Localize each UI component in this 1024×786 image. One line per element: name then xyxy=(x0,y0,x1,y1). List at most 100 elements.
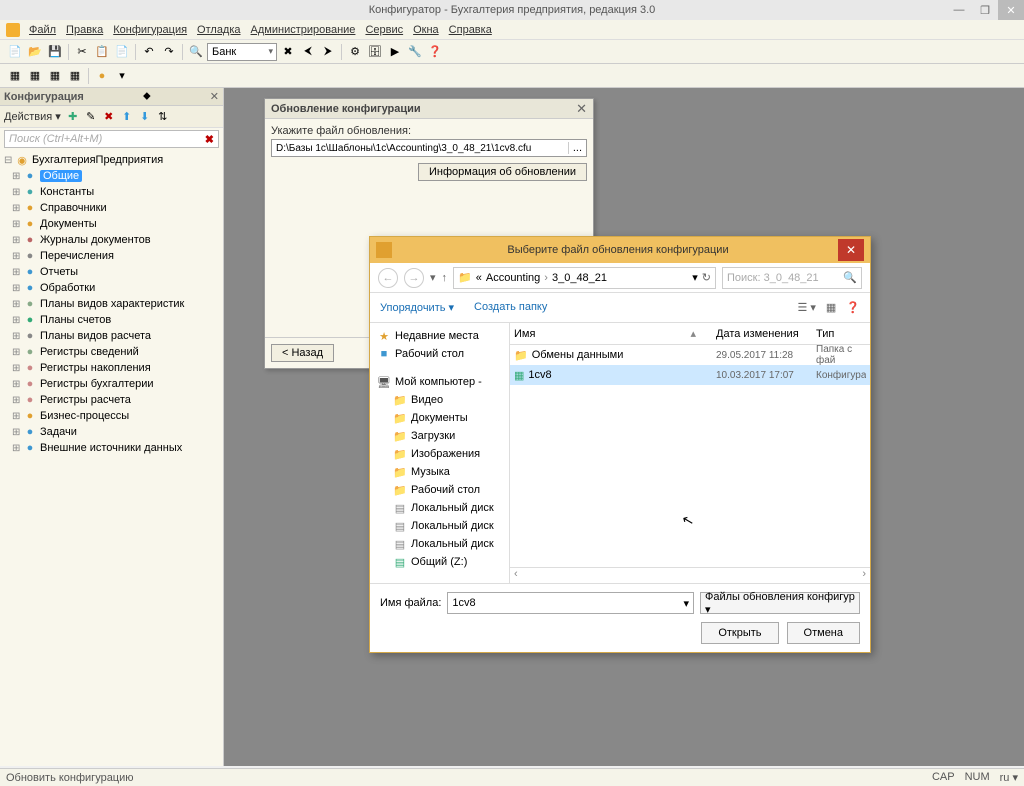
file-row[interactable]: ▦1cv810.03.2017 17:07Конфигурац xyxy=(510,365,870,385)
tree-item[interactable]: ⊞●Общие xyxy=(0,168,223,184)
browse-button[interactable]: ... xyxy=(568,142,582,154)
nav-item[interactable]: ▤Локальный диск xyxy=(374,535,505,553)
expand-icon[interactable]: ⊞ xyxy=(12,443,22,454)
nav-item[interactable]: ▤Локальный диск xyxy=(374,499,505,517)
panel-pin-icon[interactable]: ⬥ xyxy=(143,90,151,103)
nav-item[interactable]: 📁Изображения xyxy=(374,445,505,463)
col-type[interactable]: Тип xyxy=(816,328,866,340)
organize-menu[interactable]: Упорядочить ▾ xyxy=(380,301,454,314)
expand-icon[interactable]: ⊞ xyxy=(12,427,22,438)
nav-item[interactable]: 📁Загрузки xyxy=(374,427,505,445)
path-input[interactable]: D:\Базы 1с\Шаблоны\1c\Accounting\3_0_48_… xyxy=(271,139,587,157)
expand-icon[interactable]: ⊞ xyxy=(12,379,22,390)
col-name[interactable]: Имя xyxy=(514,328,690,340)
expand-icon[interactable]: ⊞ xyxy=(12,283,22,294)
maximize-button[interactable]: ❐ xyxy=(972,0,998,20)
play-icon[interactable]: ● xyxy=(93,67,111,85)
tree-search[interactable]: Поиск (Ctrl+Alt+M) ✖ xyxy=(4,130,219,148)
up-icon[interactable]: ▾ xyxy=(430,271,436,284)
forward-icon[interactable]: → xyxy=(404,268,424,288)
run-icon[interactable]: ▶ xyxy=(386,43,404,61)
tree-item[interactable]: ⊞●Отчеты xyxy=(0,264,223,280)
menu-item[interactable]: Конфигурация xyxy=(108,22,192,38)
tree-item[interactable]: ⊞●Регистры накопления xyxy=(0,360,223,376)
cancel-button[interactable]: Отмена xyxy=(787,622,860,644)
crumb-item[interactable]: 3_0_48_21 xyxy=(552,272,607,284)
expand-icon[interactable]: ⊞ xyxy=(12,411,22,422)
expand-icon[interactable]: ⊞ xyxy=(12,299,22,310)
edit-icon[interactable]: ✎ xyxy=(83,109,99,125)
tree-item[interactable]: ⊞●Планы счетов xyxy=(0,312,223,328)
tool-icon[interactable]: ▦ xyxy=(46,67,64,85)
undo-icon[interactable]: ↶ xyxy=(140,43,158,61)
file-search[interactable]: Поиск: 3_0_48_21 🔍 xyxy=(722,267,862,289)
menu-item[interactable]: Администрирование xyxy=(246,22,361,38)
tree-item[interactable]: ⊞●Обработки xyxy=(0,280,223,296)
nav-item[interactable]: ■Рабочий стол xyxy=(374,345,505,363)
search-combo[interactable]: Банк xyxy=(207,43,277,61)
tree-item[interactable]: ⊞●Планы видов расчета xyxy=(0,328,223,344)
prev-icon[interactable]: ⮜ xyxy=(299,43,317,61)
sort-icon[interactable]: ⇅ xyxy=(155,109,171,125)
config-icon[interactable]: ⚙ xyxy=(346,43,364,61)
expand-icon[interactable]: ⊞ xyxy=(12,203,22,214)
copy-icon[interactable]: 📋 xyxy=(93,43,111,61)
search-icon[interactable]: 🔍 xyxy=(187,43,205,61)
tree-root[interactable]: ⊟ ◉ БухгалтерияПредприятия xyxy=(0,152,223,168)
nav-item[interactable]: 📁Рабочий стол xyxy=(374,481,505,499)
scrollbar[interactable]: ‹› xyxy=(510,567,870,583)
view-icon[interactable]: ☰ ▾ xyxy=(797,301,815,314)
search-icon[interactable]: 🔍 xyxy=(843,271,857,284)
open-icon[interactable]: 📂 xyxy=(26,43,44,61)
dialog-close-button[interactable]: ✕ xyxy=(838,239,864,261)
expand-icon[interactable]: ⊞ xyxy=(12,331,22,342)
tool-icon[interactable]: ▦ xyxy=(6,67,24,85)
up-icon[interactable]: ⬆ xyxy=(119,109,135,125)
lang-indicator[interactable]: ru ▾ xyxy=(1000,771,1018,784)
expand-icon[interactable]: ⊞ xyxy=(12,187,22,198)
tool-icon[interactable]: ▦ xyxy=(66,67,84,85)
info-button[interactable]: Информация об обновлении xyxy=(418,163,587,181)
file-row[interactable]: 📁Обмены данными29.05.2017 11:28Папка с ф… xyxy=(510,345,870,365)
add-icon[interactable]: ✚ xyxy=(65,109,81,125)
expand-icon[interactable]: ⊞ xyxy=(12,235,22,246)
nav-item[interactable]: 📁Документы xyxy=(374,409,505,427)
db-icon[interactable]: 🗄 xyxy=(366,43,384,61)
tree-item[interactable]: ⊞●Регистры сведений xyxy=(0,344,223,360)
expand-icon[interactable]: ⊞ xyxy=(12,363,22,374)
down-icon[interactable]: ⬇ xyxy=(137,109,153,125)
nav-item[interactable]: ★Недавние места xyxy=(374,327,505,345)
menu-item[interactable]: Сервис xyxy=(360,22,408,38)
expand-icon[interactable]: ⊞ xyxy=(12,347,22,358)
close-button[interactable]: ✕ xyxy=(998,0,1024,20)
tree-item[interactable]: ⊞●Перечисления xyxy=(0,248,223,264)
up-folder-icon[interactable]: ↑ xyxy=(442,272,448,284)
tree-item[interactable]: ⊞●Внешние источники данных xyxy=(0,440,223,456)
actions-menu[interactable]: Действия ▾ xyxy=(4,110,63,123)
tree-item[interactable]: ⊞●Бизнес-процессы xyxy=(0,408,223,424)
crumb-dropdown-icon[interactable]: ▾ xyxy=(692,271,698,284)
tree-item[interactable]: ⊞●Журналы документов xyxy=(0,232,223,248)
nav-item[interactable]: 🖥Мой компьютер - xyxy=(374,373,505,391)
expand-icon[interactable]: ⊞ xyxy=(12,267,22,278)
debug-icon[interactable]: 🔧 xyxy=(406,43,424,61)
menu-item[interactable]: Файл xyxy=(24,22,61,38)
help-icon[interactable]: ❓ xyxy=(846,301,860,314)
menu-item[interactable]: Отладка xyxy=(192,22,245,38)
filename-input[interactable]: 1cv8▾ xyxy=(447,592,694,614)
new-folder-button[interactable]: Создать папку xyxy=(474,301,547,314)
paste-icon[interactable]: 📄 xyxy=(113,43,131,61)
tool-icon[interactable]: ▦ xyxy=(26,67,44,85)
col-date[interactable]: Дата изменения xyxy=(716,328,816,340)
nav-item[interactable]: ▤Общий (Z:) xyxy=(374,553,505,571)
crumb-item[interactable]: « xyxy=(476,272,482,284)
nav-item[interactable]: 📁Видео xyxy=(374,391,505,409)
tree-item[interactable]: ⊞●Документы xyxy=(0,216,223,232)
filetype-filter[interactable]: Файлы обновления конфигур ▾ xyxy=(700,592,860,614)
expand-icon[interactable]: ⊞ xyxy=(12,171,22,182)
tree-item[interactable]: ⊞●Константы xyxy=(0,184,223,200)
new-icon[interactable]: 📄 xyxy=(6,43,24,61)
back-icon[interactable]: ← xyxy=(378,268,398,288)
preview-icon[interactable]: ▦ xyxy=(826,301,836,314)
breadcrumb[interactable]: 📁 « Accounting › 3_0_48_21 ▾ ↻ xyxy=(453,267,716,289)
